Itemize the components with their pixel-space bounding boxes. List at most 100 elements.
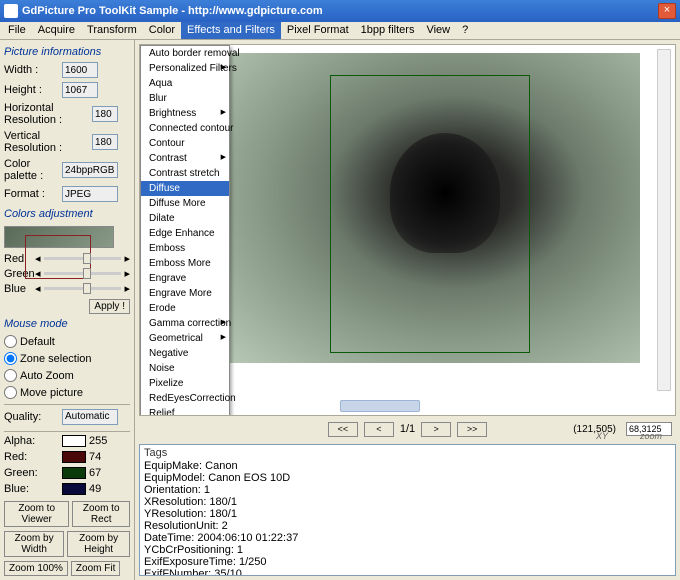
green-label: Green: [4, 467, 59, 479]
radio-zone[interactable] [4, 352, 17, 365]
radio-move[interactable] [4, 386, 17, 399]
left-panel: Picture informations Width : Height : Ho… [0, 40, 135, 580]
menuitem-personalized-filters[interactable]: Personalized Filters [141, 61, 229, 76]
last-page-button[interactable]: >> [457, 422, 487, 437]
menu-pixel-format[interactable]: Pixel Format [281, 22, 355, 39]
tag-line: EquipModel: Canon EOS 10D [144, 472, 671, 484]
zoom-100-button[interactable]: Zoom 100% [4, 561, 68, 576]
width-label: Width : [4, 64, 59, 76]
blue-label: Blue: [4, 483, 59, 495]
menuitem-engrave[interactable]: Engrave [141, 271, 229, 286]
green-swatch [62, 467, 86, 479]
palette-label: Color palette : [4, 158, 59, 182]
menuitem-noise[interactable]: Noise [141, 361, 229, 376]
green-slider[interactable] [44, 272, 122, 275]
hres-label: Horizontal Resolution : [4, 102, 89, 126]
zoom-width-button[interactable]: Zoom by Width [4, 531, 64, 557]
horizontal-scrollbar-thumb[interactable] [340, 400, 420, 412]
menuitem-aqua[interactable]: Aqua [141, 76, 229, 91]
menuitem-diffuse-more[interactable]: Diffuse More [141, 196, 229, 211]
zoom-label: zoom [640, 431, 662, 441]
menuitem-engrave-more[interactable]: Engrave More [141, 286, 229, 301]
menuitem-dilate[interactable]: Dilate [141, 211, 229, 226]
menu-view[interactable]: View [420, 22, 456, 39]
menu-acquire[interactable]: Acquire [32, 22, 81, 39]
menuitem-redeyescorrection[interactable]: RedEyesCorrection [141, 391, 229, 406]
tag-line: ExifFNumber: 35/10 [144, 568, 671, 576]
canvas-area[interactable]: Auto border removalPersonalized FiltersA… [139, 44, 676, 416]
pic-info-title: Picture informations [4, 46, 130, 58]
vertical-scrollbar[interactable] [657, 49, 671, 391]
quality-field[interactable] [62, 409, 118, 425]
window-title: GdPicture Pro ToolKit Sample - http://ww… [22, 5, 658, 17]
menuitem-contour[interactable]: Contour [141, 136, 229, 151]
tag-line: Orientation: 1 [144, 484, 671, 496]
menu-effects-and-filters[interactable]: Effects and Filters [181, 22, 281, 39]
tag-line: YCbCrPositioning: 1 [144, 544, 671, 556]
menuitem-edge-enhance[interactable]: Edge Enhance [141, 226, 229, 241]
tag-line: DateTime: 2004:06:10 01:22:37 [144, 532, 671, 544]
width-field[interactable] [62, 62, 98, 78]
format-field[interactable] [62, 186, 118, 202]
tag-line: ResolutionUnit: 2 [144, 520, 671, 532]
menuitem-pixelize[interactable]: Pixelize [141, 376, 229, 391]
next-page-button[interactable]: > [421, 422, 451, 437]
menuitem-diffuse[interactable]: Diffuse [141, 181, 229, 196]
coord-label: XY [596, 431, 608, 441]
vres-field[interactable] [92, 134, 118, 150]
alpha-swatch [62, 435, 86, 447]
tag-line: EquipMake: Canon [144, 460, 671, 472]
menuitem-connected-contour[interactable]: Connected contour [141, 121, 229, 136]
effects-dropdown: Auto border removalPersonalized FiltersA… [140, 45, 230, 416]
red-label: Red: [4, 451, 59, 463]
first-page-button[interactable]: << [328, 422, 358, 437]
hres-field[interactable] [92, 106, 118, 122]
menuitem-blur[interactable]: Blur [141, 91, 229, 106]
right-panel: Auto border removalPersonalized FiltersA… [135, 40, 680, 580]
height-label: Height : [4, 84, 59, 96]
menu-color[interactable]: Color [143, 22, 181, 39]
menu-?[interactable]: ? [456, 22, 474, 39]
menuitem-contrast-stretch[interactable]: Contrast stretch [141, 166, 229, 181]
preview-thumbnail [4, 226, 114, 248]
menuitem-auto-border-removal[interactable]: Auto border removal [141, 46, 229, 61]
coord-readout: (121,505) [573, 424, 616, 435]
menuitem-emboss[interactable]: Emboss [141, 241, 229, 256]
menuitem-erode[interactable]: Erode [141, 301, 229, 316]
blue-slider-label: Blue [4, 283, 32, 295]
tag-line: XResolution: 180/1 [144, 496, 671, 508]
tag-line: ExifExposureTime: 1/250 [144, 556, 671, 568]
menuitem-emboss-more[interactable]: Emboss More [141, 256, 229, 271]
tags-panel[interactable]: Tags EquipMake: CanonEquipModel: Canon E… [139, 444, 676, 576]
nav-bar: << < 1/1 > >> (121,505) XY zoom [139, 418, 676, 440]
menu-file[interactable]: File [2, 22, 32, 39]
quality-label: Quality: [4, 411, 59, 423]
menu-transform[interactable]: Transform [81, 22, 143, 39]
colors-title: Colors adjustment [4, 208, 130, 220]
menuitem-geometrical[interactable]: Geometrical [141, 331, 229, 346]
radio-autozoom[interactable] [4, 369, 17, 382]
palette-field[interactable] [62, 162, 118, 178]
tags-header: Tags [144, 447, 671, 459]
red-slider[interactable] [44, 257, 122, 260]
menuitem-negative[interactable]: Negative [141, 346, 229, 361]
blue-slider[interactable] [44, 287, 122, 290]
radio-default[interactable] [4, 335, 17, 348]
menu-1bpp-filters[interactable]: 1bpp filters [355, 22, 421, 39]
apply-button[interactable]: Apply ! [89, 299, 130, 314]
zoom-viewer-button[interactable]: Zoom to Viewer [4, 501, 69, 527]
mouse-title: Mouse mode [4, 318, 130, 330]
vres-label: Vertical Resolution : [4, 130, 89, 154]
menuitem-contrast[interactable]: Contrast [141, 151, 229, 166]
height-field[interactable] [62, 82, 98, 98]
prev-page-button[interactable]: < [364, 422, 394, 437]
zoom-rect-button[interactable]: Zoom to Rect [72, 501, 130, 527]
zoom-height-button[interactable]: Zoom by Height [67, 531, 130, 557]
close-button[interactable]: × [658, 3, 676, 19]
menuitem-gamma-correction[interactable]: Gamma correction [141, 316, 229, 331]
selection-rect[interactable] [330, 75, 530, 353]
zoom-fit-button[interactable]: Zoom Fit [71, 561, 120, 576]
menuitem-relief[interactable]: Relief [141, 406, 229, 416]
menuitem-brightness[interactable]: Brightness [141, 106, 229, 121]
alpha-label: Alpha: [4, 435, 59, 447]
